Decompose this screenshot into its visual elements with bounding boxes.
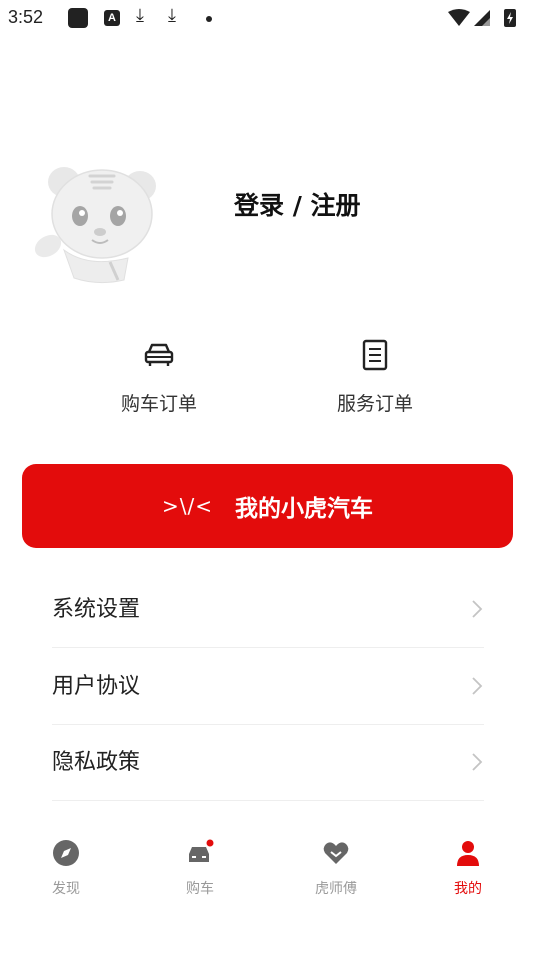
status-time: 3:52 — [8, 7, 44, 27]
more-notifications-icon — [206, 16, 212, 22]
menu-item-label: 隐私政策 — [52, 750, 141, 775]
compass-icon — [53, 840, 79, 866]
car-order-label: 购车订单 — [120, 393, 197, 415]
person-icon — [457, 841, 479, 866]
tab-discover[interactable]: 发现 — [26, 838, 106, 898]
brand-logo-icon: >\/< — [162, 494, 213, 518]
tab-label: 购车 — [186, 881, 214, 897]
system-status-icons — [448, 9, 516, 27]
wifi-icon — [448, 9, 470, 26]
my-tiger-car-banner[interactable]: >\/< 我的小虎汽车 — [22, 464, 513, 548]
car-icon — [189, 839, 214, 862]
tab-buy-car[interactable]: 购车 — [160, 838, 240, 898]
chevron-right-icon — [472, 600, 483, 618]
car-order-button[interactable]: 购车订单 — [99, 335, 219, 416]
menu-item-label: 系统设置 — [52, 597, 141, 622]
download-icon: ⤓ — [168, 5, 176, 26]
tab-label: 虎师傅 — [315, 881, 357, 897]
service-order-label: 服务订单 — [336, 393, 413, 415]
menu-item-system-settings[interactable]: 系统设置 — [52, 571, 484, 648]
notification-dot-icon — [206, 839, 214, 847]
menu-item-label: 用户协议 — [52, 674, 141, 699]
banner-title: 我的小虎汽车 — [235, 496, 373, 522]
login-register-link[interactable]: 登录 / 注册 — [234, 186, 361, 222]
tab-tiger-master[interactable]: 虎师傅 — [296, 838, 376, 898]
chevron-right-icon — [472, 677, 483, 695]
heart-icon — [323, 842, 349, 864]
tab-label: 我的 — [454, 881, 482, 897]
translate-notification-icon: A — [104, 10, 120, 26]
download-icon: ⤓ — [136, 5, 144, 26]
car-icon — [144, 343, 174, 366]
status-bar: 3:52 A ⤓ ⤓ — [0, 0, 536, 36]
menu-item-privacy-policy[interactable]: 隐私政策 — [52, 724, 484, 801]
avatar[interactable] — [28, 150, 168, 290]
bottom-tab-bar: 发现 购车 虎师傅 我的 — [0, 838, 536, 908]
document-icon — [362, 339, 388, 371]
tab-label: 发现 — [52, 881, 80, 897]
service-order-button[interactable]: 服务订单 — [315, 335, 435, 416]
tab-mine[interactable]: 我的 — [428, 838, 508, 898]
menu-item-user-agreement[interactable]: 用户协议 — [52, 648, 484, 725]
chevron-right-icon — [472, 753, 483, 771]
app-notification-icon — [68, 8, 88, 28]
